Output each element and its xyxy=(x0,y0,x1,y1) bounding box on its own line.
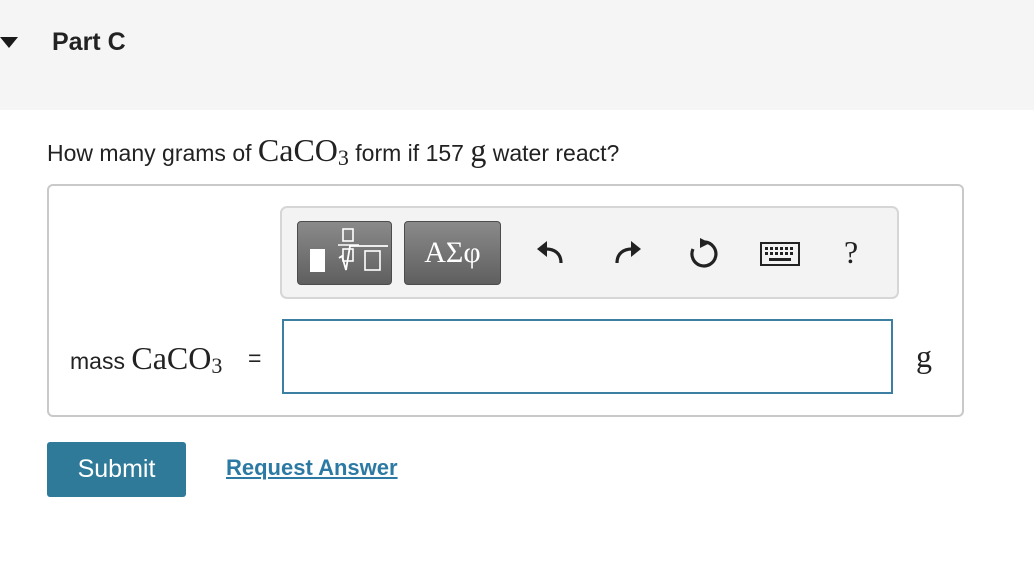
answer-label-formula: CaCO3 xyxy=(131,340,223,378)
answer-label: mass CaCO3 xyxy=(70,340,222,379)
request-answer-link[interactable]: Request Answer xyxy=(226,455,398,481)
part-title: Part C xyxy=(52,28,126,56)
math-toolbar: ΑΣφ ? xyxy=(280,206,899,299)
reset-icon[interactable] xyxy=(686,236,720,270)
help-button[interactable]: ? xyxy=(844,234,858,271)
undo-icon[interactable] xyxy=(534,236,568,270)
answer-unit: g xyxy=(916,338,932,374)
fraction-sqrt-template-icon xyxy=(310,228,388,272)
greek-label: ΑΣφ xyxy=(424,236,481,269)
greek-symbols-button[interactable]: ΑΣφ xyxy=(404,221,501,285)
question-formula: CaCO3 xyxy=(257,132,349,170)
question-suffix: water react? xyxy=(486,140,620,166)
question-formula-base: CaCO xyxy=(257,132,338,168)
answer-formula-subscript: 3 xyxy=(211,353,223,378)
question-unit: g xyxy=(470,132,487,168)
question-text: How many grams of CaCO3 form if 157 g wa… xyxy=(47,132,619,171)
submit-button[interactable]: Submit xyxy=(47,442,186,497)
keyboard-icon[interactable] xyxy=(759,239,801,269)
answer-input[interactable] xyxy=(282,319,893,394)
collapse-caret-icon[interactable] xyxy=(0,37,18,48)
answer-label-text: mass xyxy=(70,348,132,374)
answer-formula-base: CaCO xyxy=(131,340,212,376)
equals-sign: = xyxy=(248,345,262,371)
templates-button[interactable] xyxy=(297,221,392,285)
question-formula-subscript: 3 xyxy=(337,145,349,170)
question-middle: form if 157 xyxy=(348,140,471,166)
part-header: Part C xyxy=(0,0,1034,110)
question-prefix: How many grams of xyxy=(47,140,258,166)
redo-icon[interactable] xyxy=(610,236,644,270)
